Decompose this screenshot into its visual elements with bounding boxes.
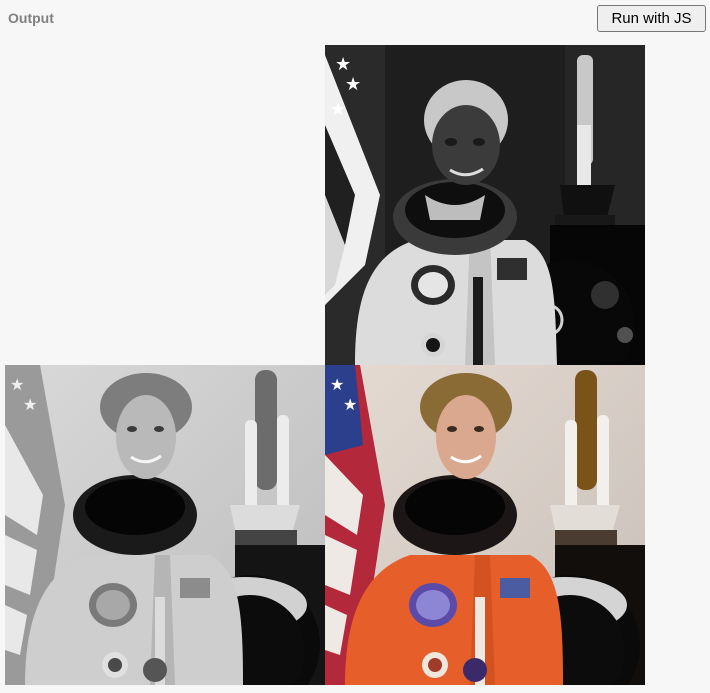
svg-text:★: ★	[330, 99, 346, 120]
output-label: Output	[8, 10, 54, 26]
grayscale-output-image: ★ ★	[5, 365, 325, 685]
run-with-js-button[interactable]: Run with JS	[597, 5, 706, 32]
svg-text:★: ★	[10, 375, 24, 394]
svg-text:★: ★	[343, 395, 357, 414]
svg-text:★: ★	[335, 54, 351, 75]
original-rgb-image: ★ ★	[325, 365, 645, 685]
svg-text:★: ★	[330, 375, 344, 394]
hsv-output-image: ★ ★ ★	[325, 45, 645, 365]
svg-text:★: ★	[345, 74, 361, 95]
output-header: Output Run with JS	[0, 0, 710, 36]
svg-text:★: ★	[23, 395, 37, 414]
